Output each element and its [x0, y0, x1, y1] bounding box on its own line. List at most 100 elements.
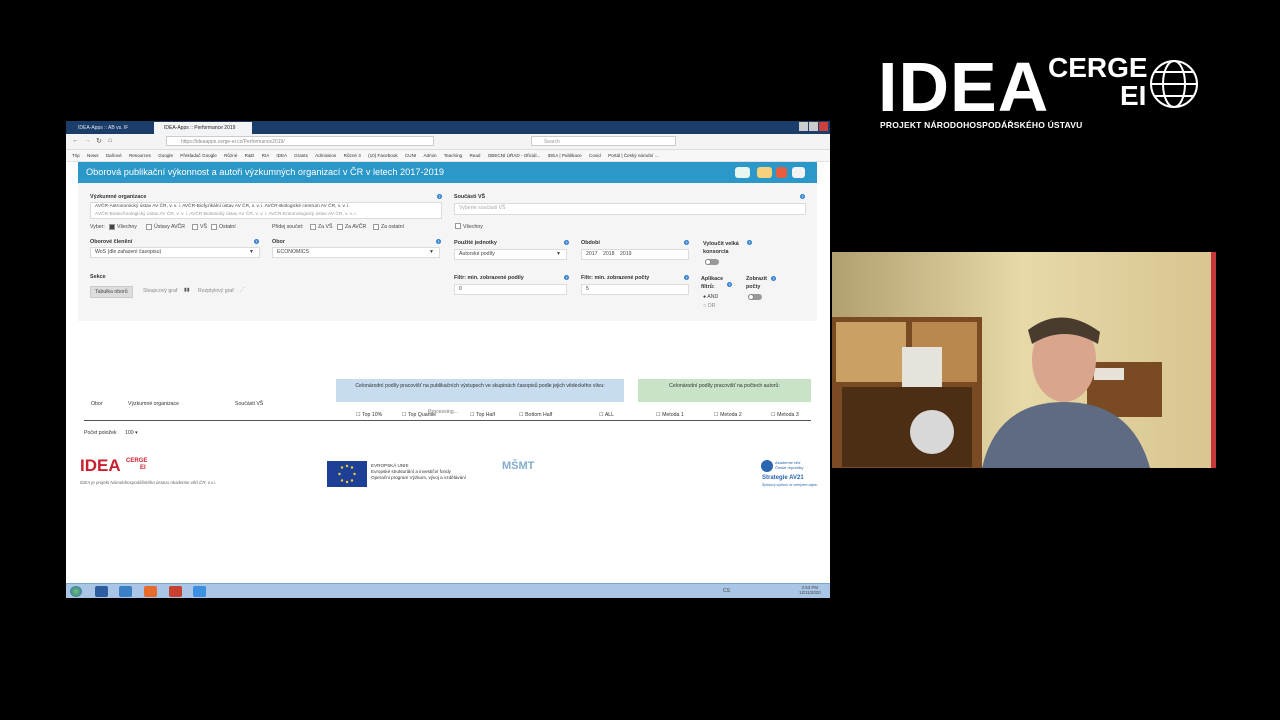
exclude-consortia-toggle[interactable]	[705, 259, 719, 265]
zoom-icon[interactable]	[193, 586, 206, 597]
forward-icon[interactable]: →	[84, 137, 91, 144]
col-method-2[interactable]: ☐ Metoda 2	[714, 412, 742, 418]
help-icon[interactable]: ?	[254, 239, 259, 244]
help-icon[interactable]: ?	[747, 240, 752, 245]
help-icon[interactable]: ?	[727, 282, 732, 287]
minimize-button[interactable]	[799, 122, 808, 131]
help-icon[interactable]: ?	[564, 275, 569, 280]
apply-and-option[interactable]: ● AND	[703, 294, 718, 300]
show-counts-toggle[interactable]	[748, 294, 762, 300]
footer-ei-text: EI	[140, 465, 146, 471]
bookmark-item[interactable]: Grants	[294, 153, 308, 158]
research-orgs-label: Výzkumné organizace	[90, 194, 147, 200]
footer-idea-note: IDEA je projekt Národohospodářského ústa…	[80, 480, 217, 485]
checkbox-sum-vs[interactable]	[310, 224, 316, 230]
close-window-button[interactable]	[819, 122, 828, 131]
bookmark-item[interactable]: Resources	[129, 153, 151, 158]
field-label: Obor	[272, 239, 285, 245]
col-field[interactable]: Obor	[91, 401, 103, 407]
bookmark-item[interactable]: Portál | Český národní ...	[608, 153, 658, 158]
tab-performance[interactable]: IDEA-Apps :: Performance 2019	[154, 122, 252, 134]
section-bar-button[interactable]: Sloupcový graf	[143, 288, 177, 294]
bookmark-item[interactable]: IDEA | Publikace	[548, 153, 582, 158]
checkbox-all[interactable]	[109, 224, 115, 230]
bookmark-item[interactable]: Překladač Google	[180, 153, 217, 158]
language-indicator[interactable]: CS	[723, 588, 730, 594]
bookmark-item[interactable]: CUNI	[405, 153, 416, 158]
video-icon[interactable]	[735, 167, 750, 178]
logo-cerge-text: CERGE	[1048, 52, 1148, 83]
checkbox-sum-other[interactable]	[373, 224, 379, 230]
bookmark-item[interactable]: Google	[158, 153, 173, 158]
book-icon[interactable]	[757, 167, 772, 178]
section-table-button[interactable]: Tabulka oborů	[90, 286, 133, 298]
bookmark-item[interactable]: Různé 3	[344, 153, 361, 158]
period-select[interactable]: 2017 2018 2019	[581, 249, 689, 260]
clock[interactable]: 2:53 PM 12/11/2020	[799, 585, 821, 595]
col-top10[interactable]: ☐ Top 10%	[356, 412, 382, 418]
bookmark-item[interactable]: Trip	[72, 153, 80, 158]
help-icon[interactable]: ?	[684, 275, 689, 280]
bookmark-item[interactable]: News	[87, 153, 99, 158]
print-icon[interactable]	[792, 167, 805, 178]
help-icon[interactable]: ?	[771, 276, 776, 281]
col-method-3[interactable]: ☐ Metoda 3	[771, 412, 799, 418]
bookmark-item[interactable]: Různé	[224, 153, 237, 158]
checkbox-all-parts[interactable]	[455, 223, 461, 229]
back-icon[interactable]: ←	[72, 137, 79, 144]
col-parts[interactable]: Součásti VŠ	[235, 401, 263, 407]
section-scatter-button[interactable]: Rozptylový graf	[198, 288, 234, 294]
col-method-1[interactable]: ☐ Metoda 1	[656, 412, 684, 418]
bookmark-item[interactable]: OBECNÍ ÚŘAD - Oficiál...	[488, 153, 541, 158]
maximize-button[interactable]	[809, 122, 818, 131]
app-icon[interactable]	[119, 586, 132, 597]
min-count-input[interactable]: 5	[581, 284, 689, 295]
logo-ei-text: EI	[1120, 80, 1147, 111]
url-input[interactable]: https://ideaapps.cerge-ei.cz/Performance…	[166, 136, 434, 146]
save-icon[interactable]	[95, 586, 108, 597]
bookmark-item[interactable]: R&D	[245, 153, 255, 158]
add-option-avcr: Za AVČR	[345, 224, 367, 230]
bookmark-item[interactable]: IDEA	[276, 153, 286, 158]
help-icon[interactable]: ?	[436, 239, 441, 244]
help-icon[interactable]: ?	[684, 240, 689, 245]
bookmark-item[interactable]: Daňové	[106, 153, 122, 158]
field-division-select[interactable]: WoS (dle zařazení časopisu) ▼	[90, 247, 260, 258]
powerpoint-icon[interactable]	[169, 586, 182, 597]
col-all[interactable]: ☐ ALL	[599, 412, 614, 418]
start-button[interactable]	[70, 586, 82, 597]
bookmark-item[interactable]: Teaching	[444, 153, 462, 158]
bookmark-item[interactable]: Read	[469, 153, 480, 158]
info-icon[interactable]	[776, 167, 787, 178]
bookmark-item[interactable]: RIA	[262, 153, 269, 158]
apply-filters-label: Aplikace filtrů:	[701, 276, 724, 290]
checkbox-vs[interactable]	[192, 224, 198, 230]
checkbox-sum-avcr[interactable]	[337, 224, 343, 230]
field-select[interactable]: ECONOMICS ▼	[272, 247, 440, 258]
add-option-other: Za ostatní	[381, 224, 405, 230]
firefox-icon[interactable]	[144, 586, 157, 597]
help-icon[interactable]: ?	[437, 194, 442, 199]
checkbox-avcr[interactable]	[146, 224, 152, 230]
home-icon[interactable]: ⌂	[108, 137, 112, 144]
apply-or-option[interactable]: ○ OR	[703, 303, 715, 309]
col-bottom-half[interactable]: ☐ Bottom Half	[519, 412, 552, 418]
min-share-input[interactable]: 0	[454, 284, 567, 295]
parts-select[interactable]: Vyberte součásti VŠ	[454, 203, 806, 215]
page-size-select[interactable]: 100 ▾	[125, 430, 138, 436]
tab-ab-vs-if[interactable]: IDEA-Apps :: AB vs. IF	[68, 122, 160, 134]
reload-icon[interactable]: ↻	[96, 137, 102, 145]
bookmark-item[interactable]: Admin	[423, 153, 436, 158]
bookmark-item[interactable]: Admission	[315, 153, 336, 158]
col-research-orgs[interactable]: Výzkumné organizace	[128, 401, 179, 407]
bookmark-item[interactable]: Covid	[589, 153, 601, 158]
exclude-consortia-label: Vyloučit velká konsorcia	[703, 241, 739, 255]
help-icon[interactable]: ?	[800, 194, 805, 199]
research-orgs-select[interactable]: AVČR-Astronomický ústav AV ČR, v. v. i. …	[90, 202, 442, 219]
bookmark-item[interactable]: (10) Facebook	[368, 153, 398, 158]
col-top-half[interactable]: ☐ Top Half	[470, 412, 495, 418]
help-icon[interactable]: ?	[564, 240, 569, 245]
units-select[interactable]: Autorské podíly ▼	[454, 249, 567, 260]
browser-search-input[interactable]: Search	[531, 136, 676, 146]
checkbox-other[interactable]	[211, 224, 217, 230]
